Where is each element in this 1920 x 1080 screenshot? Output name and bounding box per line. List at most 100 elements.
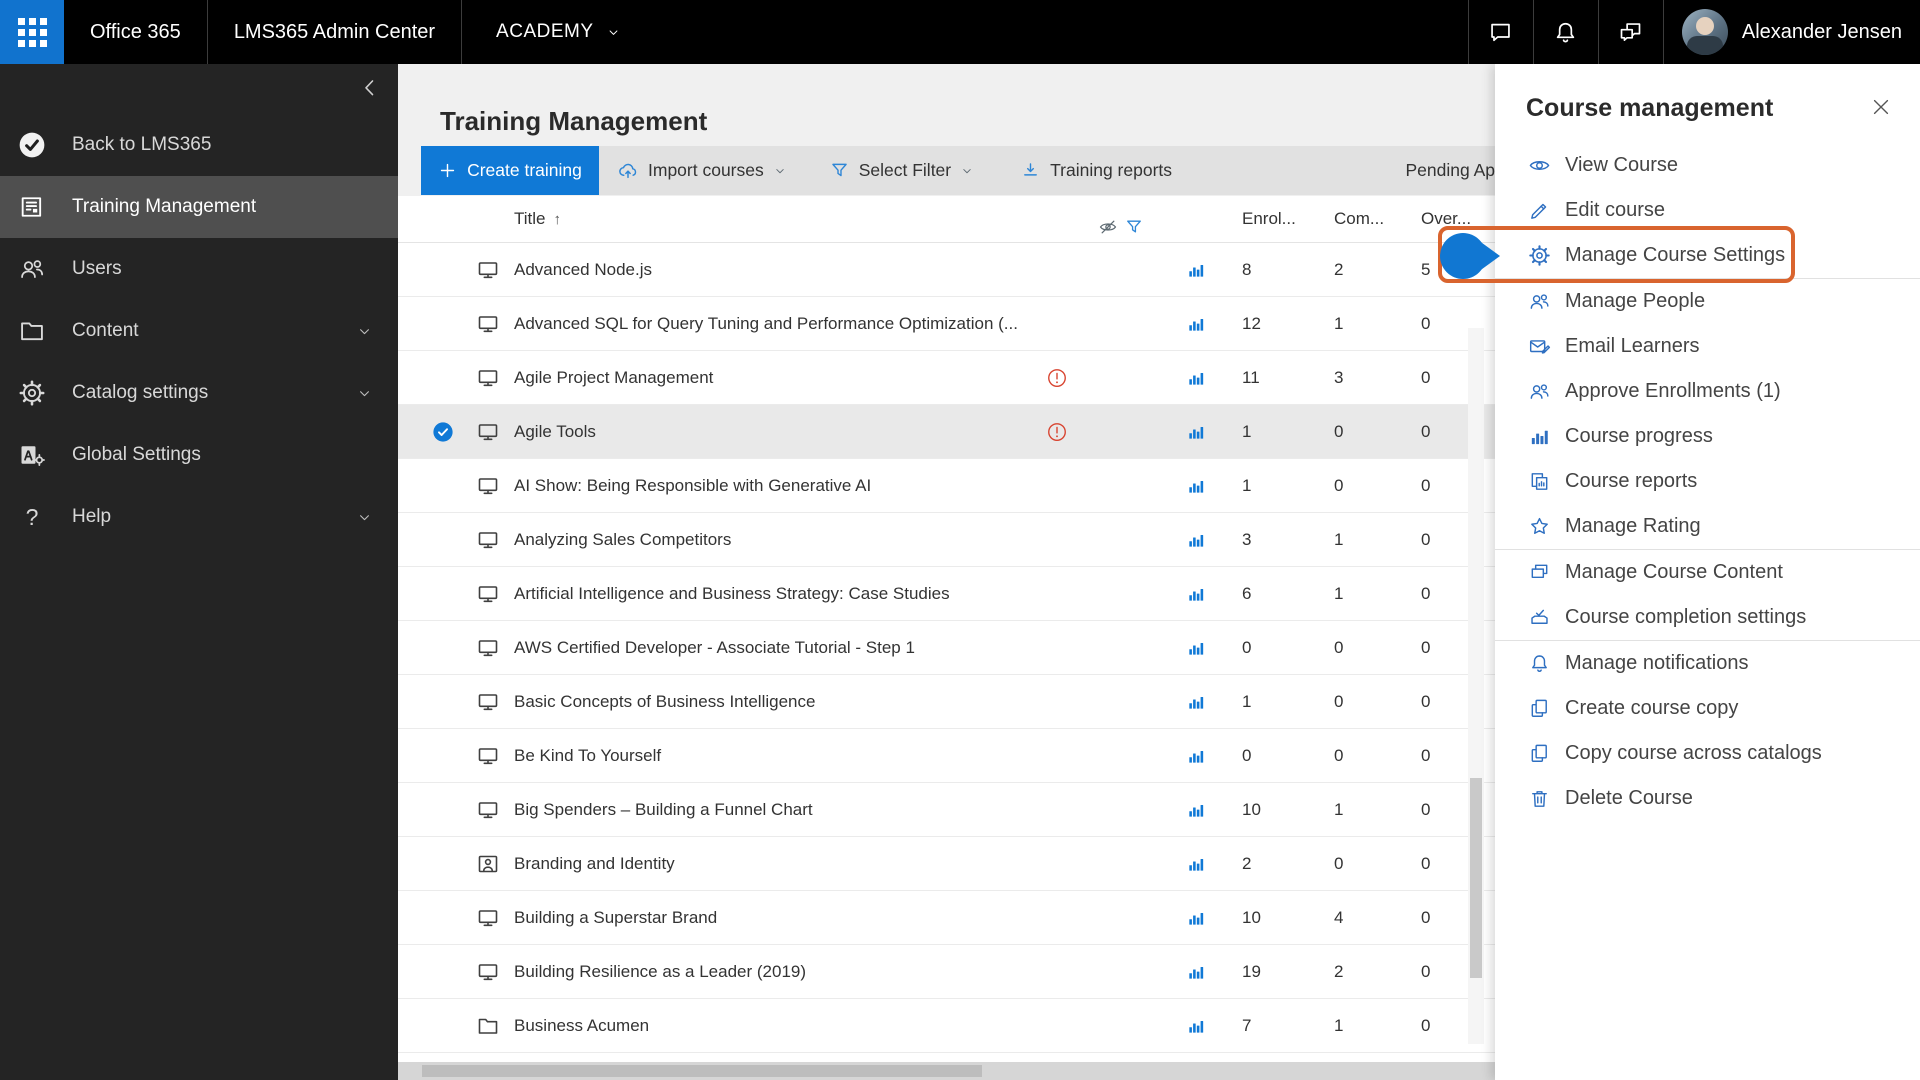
course-progress-button[interactable] <box>1186 513 1206 567</box>
table-row[interactable]: Analyzing Sales Competitors 3 1 0 <box>398 513 1495 567</box>
import-courses-button[interactable]: Import courses <box>617 160 787 182</box>
panel-item-label: Approve Enrollments (1) <box>1565 380 1781 402</box>
table-row[interactable]: AI Show: Being Responsible with Generati… <box>398 459 1495 513</box>
table-row[interactable]: Business Acumen 7 1 0 <box>398 999 1495 1053</box>
course-title: Basic Concepts of Business Intelligence <box>514 692 816 711</box>
tenant-dropdown[interactable]: ACADEMY <box>462 21 654 43</box>
course-progress-button[interactable] <box>1186 675 1206 729</box>
course-progress-button[interactable] <box>1186 621 1206 675</box>
sidebar-item-label: Back to LMS365 <box>72 134 212 155</box>
course-progress-button[interactable] <box>1186 243 1206 297</box>
lms365-admin-app: Office 365 LMS365 Admin Center ACADEMY A… <box>0 0 1920 1080</box>
column-header-overdue[interactable]: Over... <box>1421 196 1471 242</box>
person-frame-icon <box>476 852 500 876</box>
column-header-enrolled[interactable]: Enrol... <box>1242 196 1296 242</box>
panel-item-label: Manage Course Settings <box>1565 244 1786 266</box>
panel-item-delete-course[interactable]: Delete Course <box>1495 776 1920 821</box>
monitor-icon <box>476 312 500 336</box>
course-progress-button[interactable] <box>1186 297 1206 351</box>
feedback-button[interactable] <box>1599 0 1663 64</box>
panel-item-manage-course-content[interactable]: Manage Course Content <box>1495 550 1920 595</box>
enrolled-count: 1 <box>1242 476 1252 495</box>
chat-button[interactable] <box>1469 0 1533 64</box>
notifications-button[interactable] <box>1534 0 1598 64</box>
sidebar-item-back-to-lms365[interactable]: Back to LMS365 <box>0 114 398 176</box>
sidebar-item-catalog-settings[interactable]: Catalog settings <box>0 362 398 424</box>
table-row[interactable]: Artificial Intelligence and Business Str… <box>398 567 1495 621</box>
table-row[interactable]: Advanced SQL for Query Tuning and Perfor… <box>398 297 1495 351</box>
waffle-icon <box>17 17 47 47</box>
enrolled-count: 1 <box>1242 692 1252 711</box>
table-row[interactable]: Big Spenders – Building a Funnel Chart 10… <box>398 783 1495 837</box>
panel-item-approve-enrollments-1[interactable]: Approve Enrollments (1) <box>1495 369 1920 414</box>
vertical-scrollbar-thumb[interactable] <box>1470 778 1482 978</box>
course-progress-button[interactable] <box>1186 891 1206 945</box>
course-progress-button[interactable] <box>1186 783 1206 837</box>
table-row[interactable]: Be Kind To Yourself 0 0 0 <box>398 729 1495 783</box>
training-reports-button[interactable]: Training reports <box>1020 160 1172 181</box>
panel-item-view-course[interactable]: View Course <box>1495 143 1920 188</box>
panel-item-email-learners[interactable]: Email Learners <box>1495 324 1920 369</box>
pending-approvals-button[interactable]: Pending Ap <box>1405 160 1495 181</box>
sidebar-item-help[interactable]: ? Help <box>0 486 398 548</box>
overdue-count: 0 <box>1421 962 1431 981</box>
app-launcher-button[interactable] <box>0 0 64 64</box>
course-progress-button[interactable] <box>1186 837 1206 891</box>
table-row[interactable]: Branding and Identity 2 0 0 <box>398 837 1495 891</box>
completed-count: 2 <box>1334 260 1344 279</box>
course-progress-button[interactable] <box>1186 351 1206 405</box>
monitor-icon <box>476 528 500 552</box>
panel-item-course-progress[interactable]: Course progress <box>1495 414 1920 459</box>
completed-count: 1 <box>1334 800 1344 819</box>
chevron-down-icon <box>606 25 621 40</box>
sidebar-item-global-settings[interactable]: Global Settings <box>0 424 398 486</box>
panel-item-manage-course-settings[interactable]: Manage Course Settings <box>1495 233 1920 278</box>
select-filter-button[interactable]: Select Filter <box>829 160 974 181</box>
panel-item-manage-notifications[interactable]: Manage notifications <box>1495 641 1920 686</box>
horizontal-scrollbar-thumb[interactable] <box>422 1065 982 1077</box>
panel-item-create-course-copy[interactable]: Create course copy <box>1495 686 1920 731</box>
panel-item-edit-course[interactable]: Edit course <box>1495 188 1920 233</box>
course-progress-button[interactable] <box>1186 945 1206 999</box>
sidebar-item-training-management[interactable]: Training Management <box>0 176 398 238</box>
course-progress-button[interactable] <box>1186 729 1206 783</box>
panel-item-course-reports[interactable]: Course reports <box>1495 459 1920 504</box>
table-row[interactable]: Building Resilience as a Leader (2019) 19… <box>398 945 1495 999</box>
completed-count: 1 <box>1334 1016 1344 1035</box>
table-row[interactable]: AWS Certified Developer - Associate Tuto… <box>398 621 1495 675</box>
panel-item-manage-rating[interactable]: Manage Rating <box>1495 504 1920 549</box>
course-progress-button[interactable] <box>1186 459 1206 513</box>
table-row[interactable]: Building a Superstar Brand 10 4 0 <box>398 891 1495 945</box>
sidebar-item-users[interactable]: Users <box>0 238 398 300</box>
column-header-completed[interactable]: Com... <box>1334 196 1384 242</box>
table-row[interactable]: Agile Tools 1 0 0 <box>398 405 1495 459</box>
course-title: Building a Superstar Brand <box>514 908 718 927</box>
table-row[interactable]: Advanced Node.js 8 2 5 <box>398 243 1495 297</box>
create-training-button[interactable]: Create training <box>421 146 599 195</box>
panel-item-manage-people[interactable]: Manage People <box>1495 279 1920 324</box>
user-menu[interactable]: Alexander Jensen <box>1664 9 1920 55</box>
table-row[interactable]: Basic Concepts of Business Intelligence 1… <box>398 675 1495 729</box>
course-progress-button[interactable] <box>1186 405 1206 459</box>
course-progress-button[interactable] <box>1186 567 1206 621</box>
close-icon[interactable] <box>1870 96 1892 118</box>
sidebar-item-content[interactable]: Content <box>0 300 398 362</box>
sidebar-item-label: Help <box>72 506 112 527</box>
panel-item-label: Copy course across catalogs <box>1565 742 1822 764</box>
sidebar-item-label: Global Settings <box>72 444 201 465</box>
tray-check-icon <box>1528 606 1551 629</box>
brand-office365[interactable]: Office 365 <box>64 21 207 44</box>
monitor-icon <box>476 960 500 984</box>
completed-count: 3 <box>1334 368 1344 387</box>
app-title[interactable]: LMS365 Admin Center <box>208 21 461 44</box>
course-progress-button[interactable] <box>1186 999 1206 1053</box>
eye-icon <box>1528 154 1551 177</box>
column-header-title[interactable]: Title ↑ <box>514 196 561 243</box>
panel-item-copy-course-across-catalogs[interactable]: Copy course across catalogs <box>1495 731 1920 776</box>
sidebar-collapse-button[interactable] <box>358 76 382 100</box>
table-row[interactable]: Agile Project Management 11 3 0 <box>398 351 1495 405</box>
trash-icon <box>1528 787 1551 810</box>
course-title: Business Acumen <box>514 1016 650 1035</box>
completed-count: 0 <box>1334 692 1344 711</box>
panel-item-course-completion-settings[interactable]: Course completion settings <box>1495 595 1920 640</box>
